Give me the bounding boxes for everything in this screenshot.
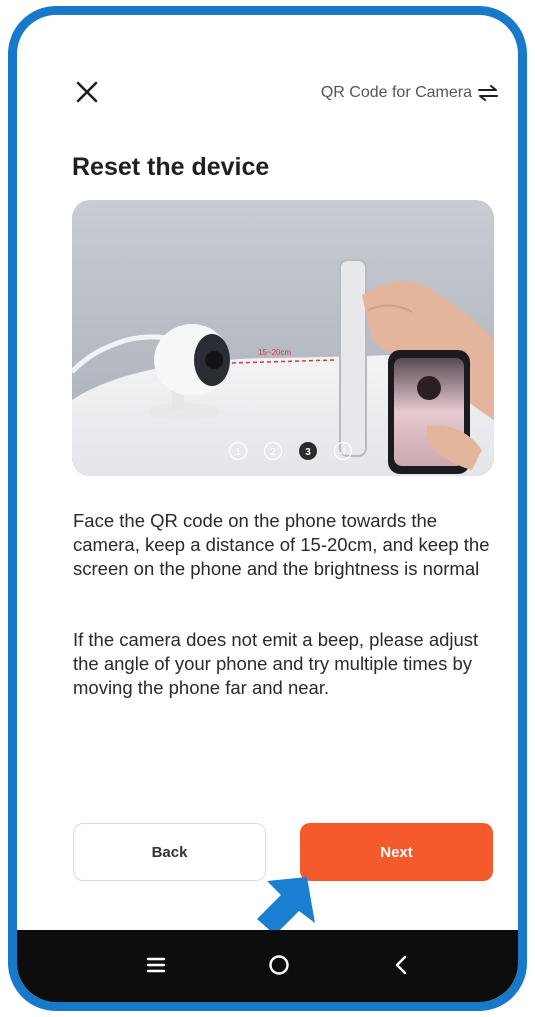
instruction-text-2: If the camera does not emit a beep, plea…: [73, 629, 479, 698]
back-button-label: Back: [151, 843, 188, 861]
phone-frame: QR Code for Camera Reset the device 15~2…: [8, 6, 527, 1011]
reset-illustration: 15~20cm 1 2 3 4: [72, 200, 494, 476]
distance-label: 15~20cm: [258, 348, 291, 357]
pointer-arrow-icon: [257, 877, 315, 935]
swap-arrows-icon: [478, 85, 498, 101]
step-number-3: 3: [305, 447, 311, 458]
next-button-label: Next: [380, 843, 413, 861]
mode-switch-label: QR Code for Camera: [320, 84, 472, 101]
step-number-4: 4: [340, 447, 346, 458]
next-button[interactable]: Next: [300, 823, 493, 881]
step-number-2: 2: [270, 447, 276, 458]
home-icon[interactable]: [264, 950, 294, 980]
step-number-1: 1: [235, 447, 241, 458]
system-nav-bar: [17, 930, 518, 1002]
mode-switch-button[interactable]: QR Code for Camera: [321, 81, 498, 105]
menu-icon[interactable]: [141, 950, 171, 980]
back-button[interactable]: Back: [73, 823, 266, 881]
back-icon[interactable]: [387, 950, 417, 980]
instruction-text-1: Face the QR code on the phone towards th…: [73, 510, 490, 579]
illustration-photo: 15~20cm 1 2 3 4: [72, 200, 494, 476]
close-icon[interactable]: [74, 79, 100, 105]
page-title: Reset the device: [72, 153, 270, 181]
